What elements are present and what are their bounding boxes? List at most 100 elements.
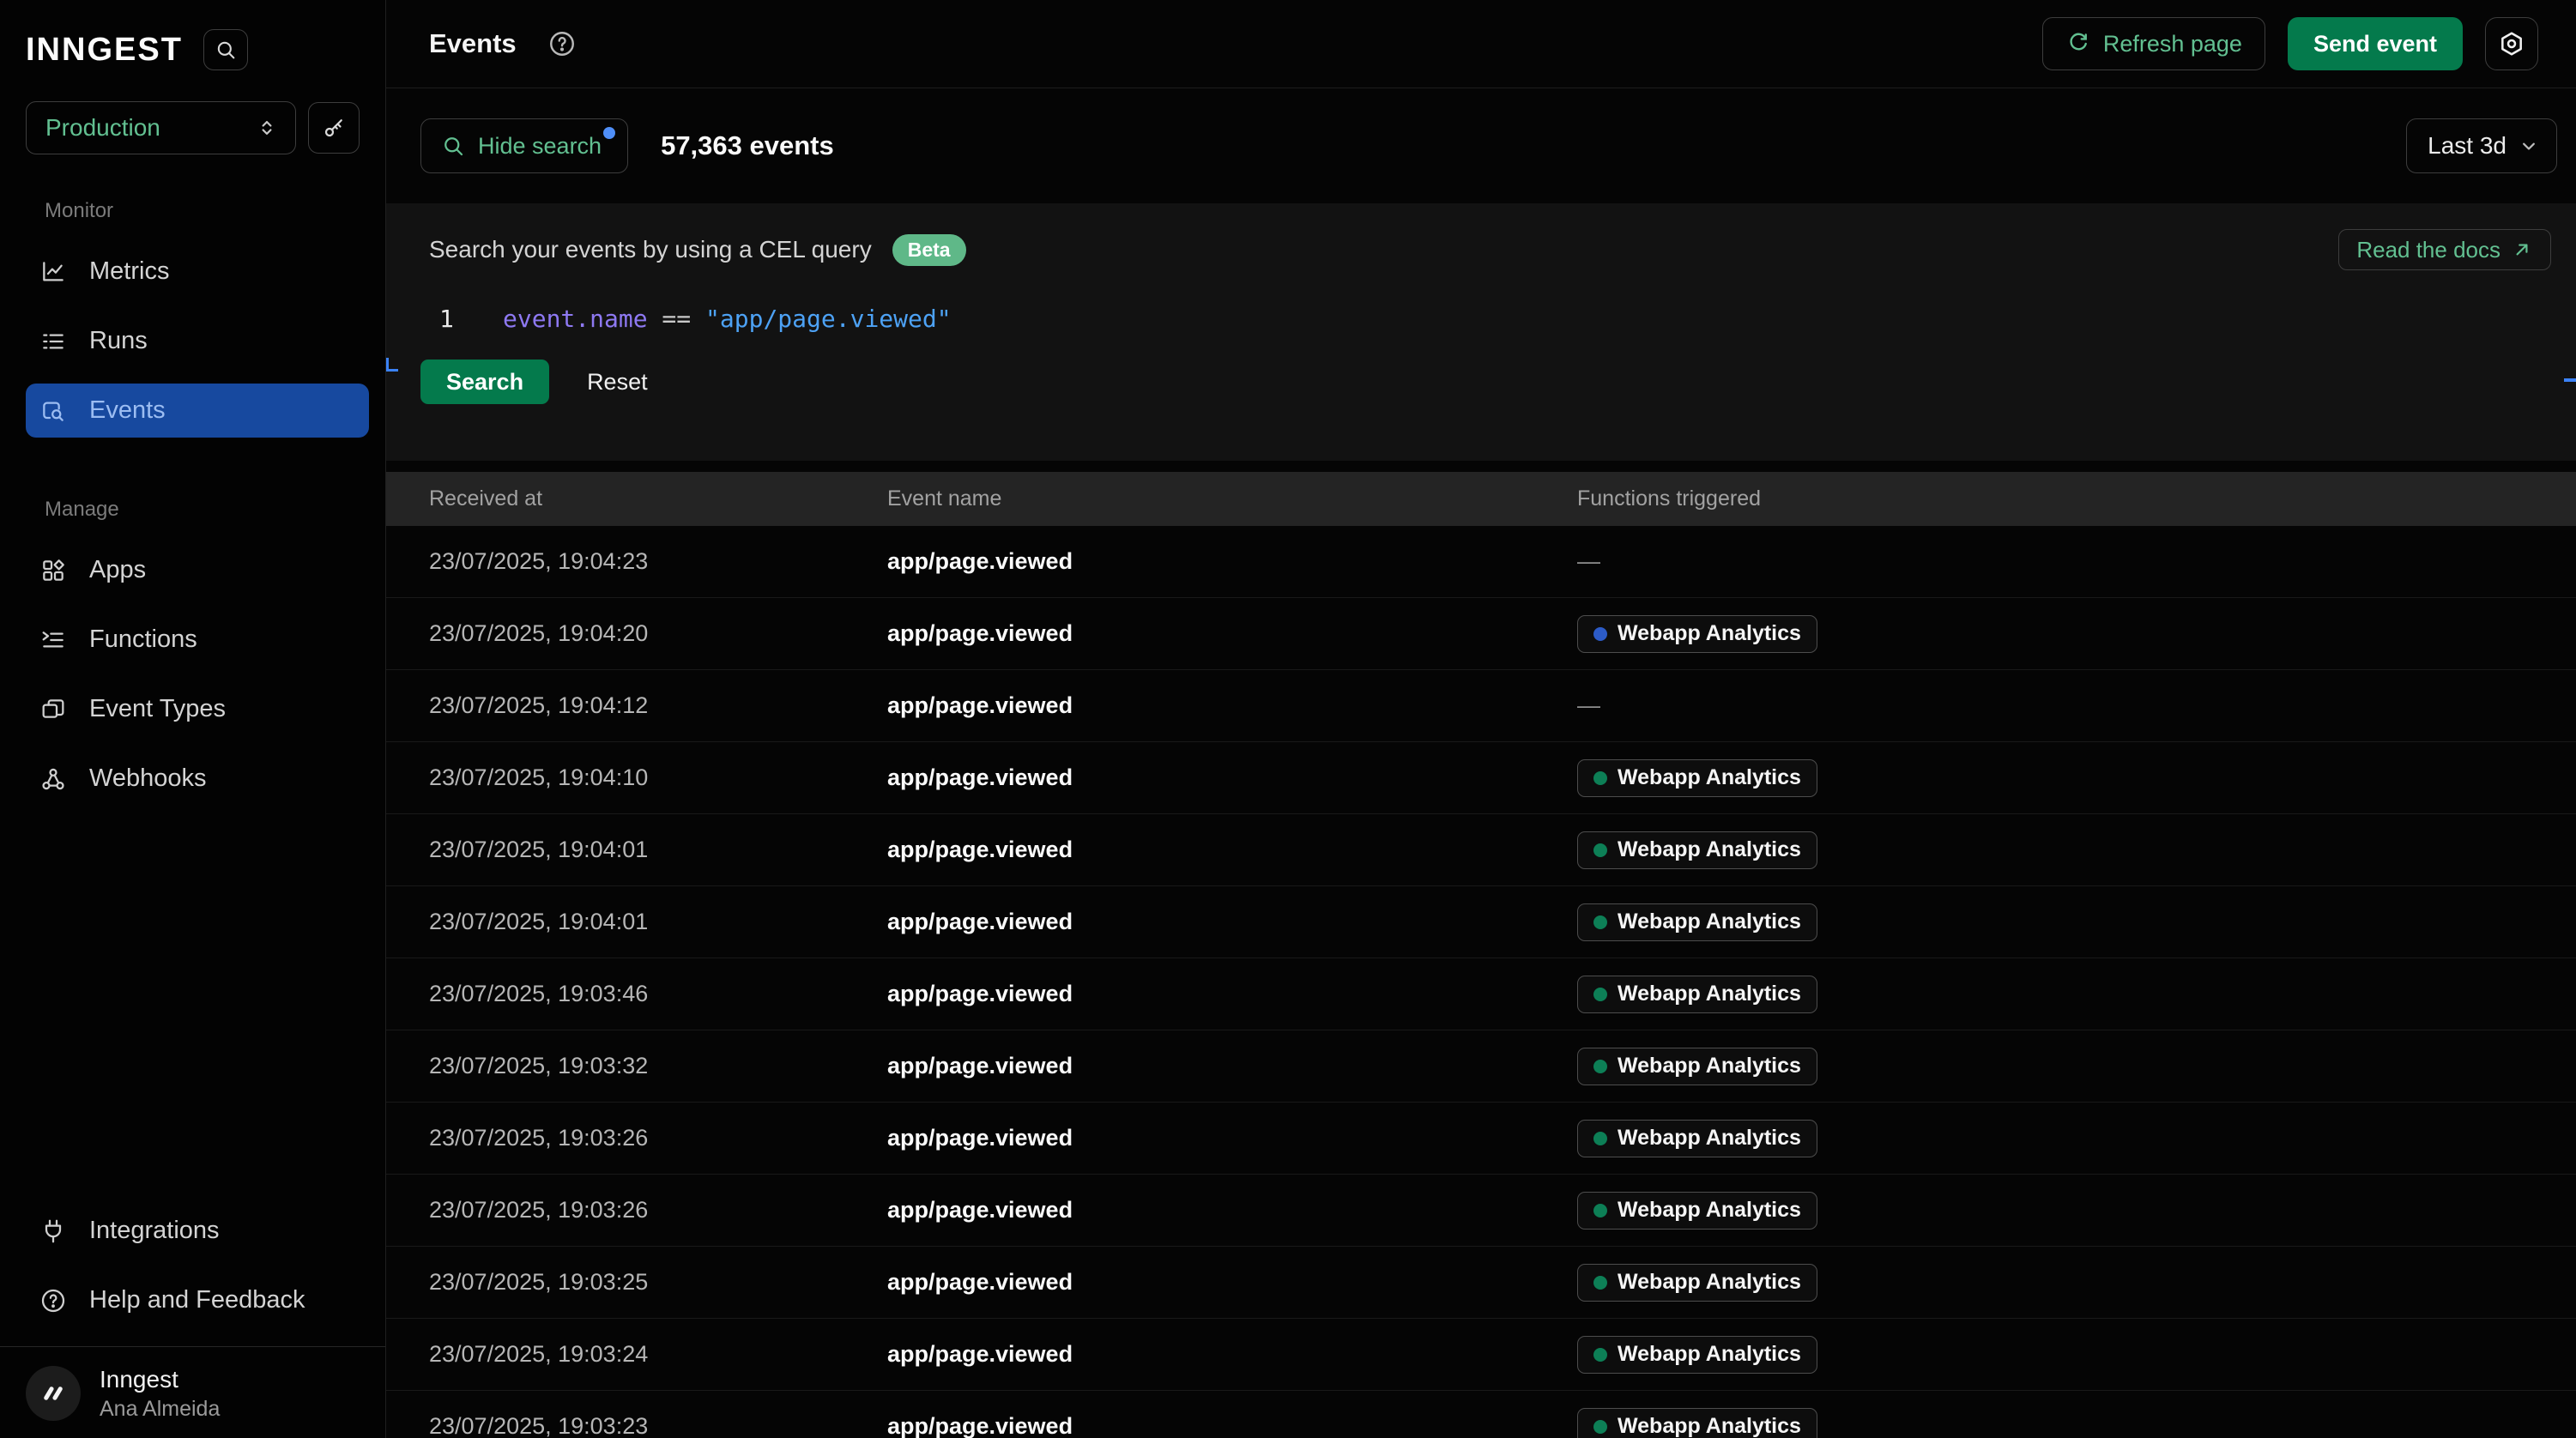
cel-panel-head: Search your events by using a CEL query … (386, 203, 2576, 270)
profile-menu[interactable]: Inngest Ana Almeida (0, 1347, 385, 1438)
page-header: Events Refresh page Send event (386, 0, 2576, 88)
functions-triggered-cell: Webapp Analytics (1577, 1408, 2576, 1438)
table-row[interactable]: 23/07/2025, 19:03:46app/page.viewedWebap… (386, 958, 2576, 1030)
function-badge[interactable]: Webapp Analytics (1577, 1120, 1817, 1157)
event-name-cell: app/page.viewed (887, 909, 1577, 935)
send-event-button[interactable]: Send event (2288, 17, 2463, 70)
table-row[interactable]: 23/07/2025, 19:04:23app/page.viewed— (386, 526, 2576, 598)
function-status-dot-green (1593, 843, 1607, 857)
received-at-cell: 23/07/2025, 19:03:23 (429, 1413, 887, 1438)
function-badge[interactable]: Webapp Analytics (1577, 1048, 1817, 1085)
sidebar-item-label: Webhooks (89, 764, 207, 793)
editor-edge-decoration (2564, 378, 2576, 382)
function-status-dot-blue (1593, 627, 1607, 641)
sidebar-item-webhooks[interactable]: Webhooks (26, 752, 369, 806)
events-table: Received atEvent nameFunctions triggered… (386, 472, 2576, 1438)
functions-triggered-cell: Webapp Analytics (1577, 903, 2576, 941)
function-badge[interactable]: Webapp Analytics (1577, 1192, 1817, 1230)
editor-corner-decoration (386, 358, 398, 372)
refresh-icon (2065, 31, 2091, 57)
event-name-cell: app/page.viewed (887, 1197, 1577, 1224)
arrow-up-right-icon (2511, 239, 2533, 261)
cel-panel-title: Search your events by using a CEL query (429, 236, 872, 263)
search-button[interactable]: Search (420, 360, 549, 404)
table-row[interactable]: 23/07/2025, 19:03:23app/page.viewedWebap… (386, 1391, 2576, 1438)
table-row[interactable]: 23/07/2025, 19:04:01app/page.viewedWebap… (386, 886, 2576, 958)
function-badge-label: Webapp Analytics (1618, 909, 1801, 934)
hide-search-button[interactable]: Hide search (420, 118, 628, 173)
time-range-select[interactable]: Last 3d (2406, 118, 2557, 173)
function-badge[interactable]: Webapp Analytics (1577, 1264, 1817, 1302)
reset-button[interactable]: Reset (587, 369, 648, 396)
received-at-cell: 23/07/2025, 19:04:12 (429, 692, 887, 719)
column-header-functions-triggered: Functions triggered (1577, 486, 2576, 511)
function-badge[interactable]: Webapp Analytics (1577, 831, 1817, 869)
code-token-expr: event.name (503, 305, 648, 333)
received-at-cell: 23/07/2025, 19:03:25 (429, 1269, 887, 1296)
event-name-cell: app/page.viewed (887, 1269, 1577, 1296)
sidebar-search-button[interactable] (203, 29, 248, 70)
event-name-cell: app/page.viewed (887, 1413, 1577, 1438)
sidebar-footer-nav: Integrations Help and Feedback (0, 1204, 385, 1327)
events-icon (39, 397, 67, 425)
table-row[interactable]: 23/07/2025, 19:03:26app/page.viewedWebap… (386, 1175, 2576, 1247)
search-icon (440, 133, 466, 159)
sidebar-item-label: Events (89, 396, 166, 425)
received-at-cell: 23/07/2025, 19:04:10 (429, 764, 887, 791)
received-at-cell: 23/07/2025, 19:03:46 (429, 981, 887, 1007)
notification-dot (603, 127, 615, 139)
sidebar: INNGEST Production MonitorMetricsRunsEve… (0, 0, 386, 1438)
function-status-dot-green (1593, 1132, 1607, 1145)
runs-icon (39, 328, 67, 355)
gear-icon (2498, 30, 2525, 57)
event-name-cell: app/page.viewed (887, 764, 1577, 791)
table-row[interactable]: 23/07/2025, 19:04:01app/page.viewedWebap… (386, 814, 2576, 886)
received-at-cell: 23/07/2025, 19:03:32 (429, 1053, 887, 1079)
sidebar-item-help-and-feedback[interactable]: Help and Feedback (26, 1273, 369, 1327)
function-badge[interactable]: Webapp Analytics (1577, 615, 1817, 653)
environment-select[interactable]: Production (26, 101, 296, 154)
functions-triggered-cell: — (1577, 692, 2576, 719)
chevron-down-icon (2517, 134, 2541, 158)
table-row[interactable]: 23/07/2025, 19:04:10app/page.viewedWebap… (386, 742, 2576, 814)
function-badge[interactable]: Webapp Analytics (1577, 1336, 1817, 1374)
event-name-cell: app/page.viewed (887, 692, 1577, 719)
apps-icon (39, 557, 67, 584)
sidebar-item-label: Event Types (89, 695, 226, 723)
unfold-icon (254, 115, 280, 141)
cel-query-editor[interactable]: 1 event.name == "app/page.viewed" (386, 299, 2576, 337)
event-types-icon (39, 696, 67, 723)
read-the-docs-link[interactable]: Read the docs (2338, 229, 2551, 270)
sidebar-item-integrations[interactable]: Integrations (26, 1204, 369, 1258)
table-row[interactable]: 23/07/2025, 19:04:12app/page.viewed— (386, 670, 2576, 742)
function-badge[interactable]: Webapp Analytics (1577, 1408, 1817, 1438)
function-badge[interactable]: Webapp Analytics (1577, 903, 1817, 941)
event-name-cell: app/page.viewed (887, 981, 1577, 1007)
refresh-page-button[interactable]: Refresh page (2042, 17, 2265, 70)
table-row[interactable]: 23/07/2025, 19:03:26app/page.viewedWebap… (386, 1103, 2576, 1175)
function-badge[interactable]: Webapp Analytics (1577, 759, 1817, 797)
sidebar-item-label: Integrations (89, 1217, 220, 1245)
event-keys-button[interactable] (308, 102, 360, 154)
table-row[interactable]: 23/07/2025, 19:04:20app/page.viewedWebap… (386, 598, 2576, 670)
sidebar-item-functions[interactable]: Functions (26, 613, 369, 667)
functions-icon (39, 626, 67, 654)
events-toolbar: Hide search 57,363 events Last 3d (386, 88, 2576, 203)
sidebar-item-event-types[interactable]: Event Types (26, 682, 369, 736)
functions-triggered-cell: Webapp Analytics (1577, 759, 2576, 797)
sidebar-item-runs[interactable]: Runs (26, 314, 369, 368)
sidebar-item-apps[interactable]: Apps (26, 543, 369, 597)
time-range-label: Last 3d (2428, 132, 2506, 160)
sidebar-item-metrics[interactable]: Metrics (26, 245, 369, 299)
table-row[interactable]: 23/07/2025, 19:03:25app/page.viewed Webap… (386, 1247, 2576, 1319)
help-circle-icon[interactable] (547, 29, 577, 58)
function-badge-label: Webapp Analytics (1618, 1270, 1801, 1295)
settings-button[interactable] (2485, 17, 2538, 70)
sidebar-item-events[interactable]: Events (26, 384, 369, 438)
table-row[interactable]: 23/07/2025, 19:03:24app/page.viewedWebap… (386, 1319, 2576, 1391)
function-badge[interactable]: Webapp Analytics (1577, 976, 1817, 1013)
table-row[interactable]: 23/07/2025, 19:03:32app/page.viewedWebap… (386, 1030, 2576, 1103)
page-title: Events (429, 28, 517, 59)
function-status-dot-green (1593, 915, 1607, 929)
functions-triggered-cell: Webapp Analytics (1577, 615, 2576, 653)
